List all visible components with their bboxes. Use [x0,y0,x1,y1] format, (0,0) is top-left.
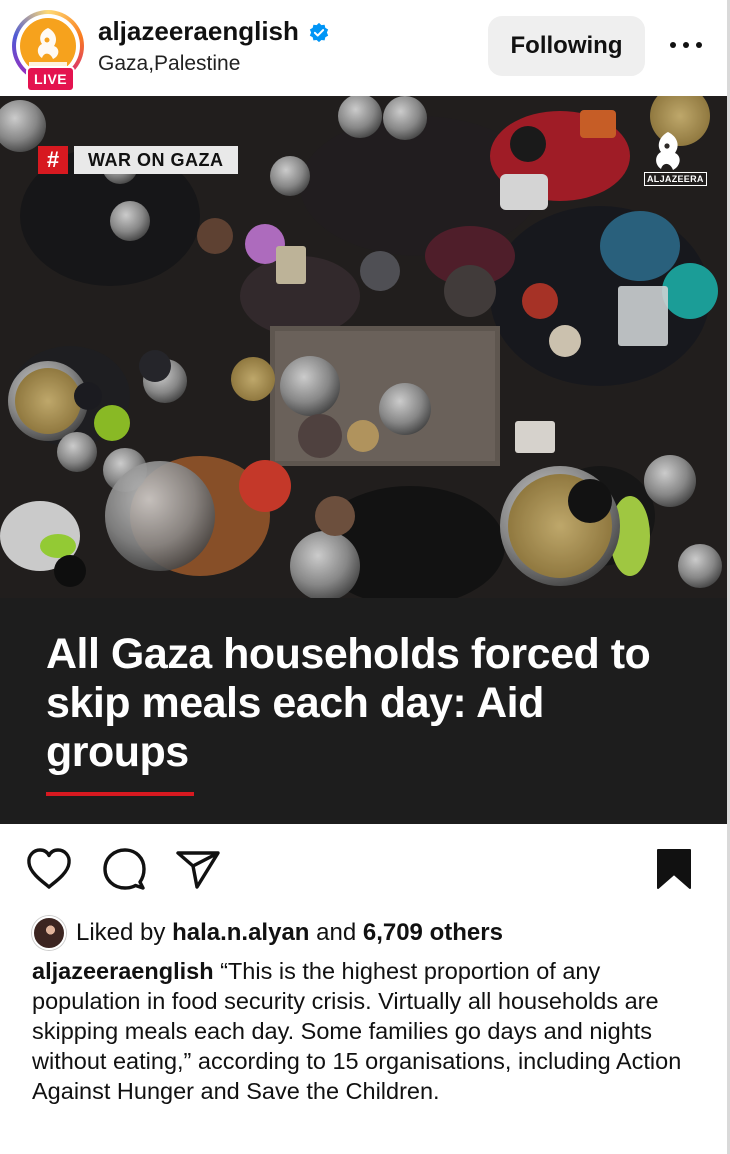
likes-count[interactable]: 6,709 others [363,919,503,946]
send-icon[interactable] [175,850,221,890]
tag-label: WAR ON GAZA [74,146,238,174]
heart-icon[interactable] [26,848,72,890]
liker-avatar[interactable] [32,916,66,950]
likes-prefix: Liked by [76,919,166,946]
caption-username[interactable]: aljazeeraenglish [32,958,214,984]
likes-summary[interactable]: Liked by hala.n.alyan and 6,709 others [32,916,503,950]
post-username[interactable]: aljazeeraenglish [98,16,299,47]
more-options-icon[interactable] [668,30,704,60]
following-button[interactable]: Following [488,16,645,76]
bookmark-icon[interactable] [656,848,692,890]
post-header: LIVE aljazeeraenglish Gaza,Palestine Fol… [0,0,730,96]
likes-middle: and [316,919,357,946]
war-on-gaza-tag: # WAR ON GAZA [38,146,238,174]
hashtag-icon: # [38,146,68,174]
watermark-text: ALJAZEERA [644,172,707,186]
post-location[interactable]: Gaza,Palestine [98,52,240,76]
verified-badge-icon [309,22,329,43]
likes-text: Liked by hala.n.alyan and 6,709 others [76,919,503,947]
post-photo[interactable]: ALJAZEERA # WAR ON GAZA [0,96,730,602]
live-badge: LIVE [26,66,76,92]
headline-underline [46,792,194,796]
liker-username[interactable]: hala.n.alyan [172,919,309,946]
comment-icon[interactable] [102,848,146,890]
post-caption: aljazeeraenglish “This is the highest pr… [32,956,712,1106]
image-headline: All Gaza households forced to skip meals… [46,630,651,776]
